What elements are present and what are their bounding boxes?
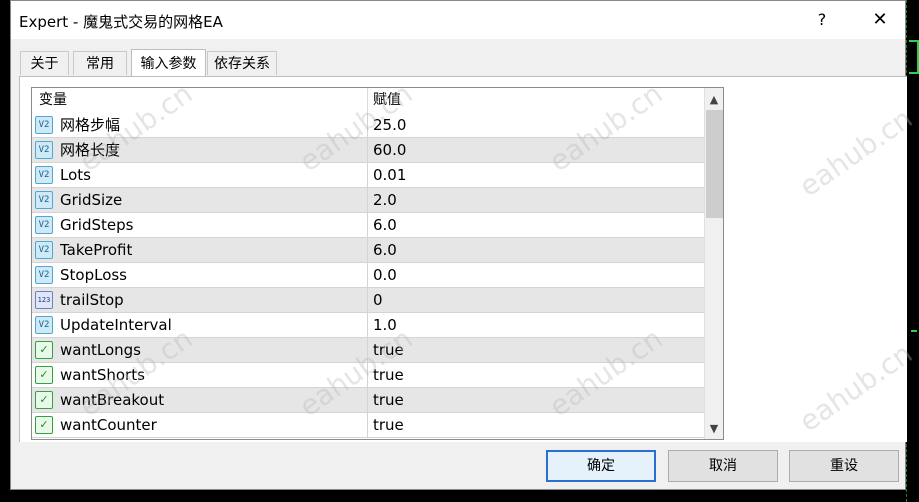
column-divider xyxy=(367,88,368,113)
variable-name: UpdateInterval xyxy=(60,316,172,334)
table-row[interactable]: V2 网格长度 60.0 xyxy=(32,138,704,163)
double-value-icon: V2 xyxy=(35,141,53,159)
table-row[interactable]: ✓ wantLongs true xyxy=(32,338,704,363)
table-row[interactable]: V2 Lots 0.01 xyxy=(32,163,704,188)
variable-name: wantCounter xyxy=(60,416,157,434)
column-divider xyxy=(367,163,368,187)
boolean-value-icon: ✓ xyxy=(35,391,53,409)
column-divider xyxy=(367,238,368,262)
boolean-value-icon: ✓ xyxy=(35,341,53,359)
column-divider xyxy=(367,113,368,137)
variable-name: GridSteps xyxy=(60,216,134,234)
variable-name: wantBreakout xyxy=(60,391,165,409)
table-row[interactable]: V2 网格步幅 25.0 xyxy=(32,113,704,138)
variable-name: Lots xyxy=(60,166,91,184)
scroll-down-arrow-icon[interactable]: ▼ xyxy=(705,419,723,439)
double-value-icon: V2 xyxy=(35,216,53,234)
tab-about[interactable]: 关于 xyxy=(20,51,69,75)
table-row[interactable]: ✓ wantShorts true xyxy=(32,363,704,388)
table-row[interactable]: V2 UpdateInterval 1.0 xyxy=(32,313,704,338)
table-row[interactable]: ✓ wantBreakout true xyxy=(32,388,704,413)
variable-name: GridSize xyxy=(60,191,123,209)
variable-value[interactable]: 1.0 xyxy=(373,313,397,337)
boolean-value-icon: ✓ xyxy=(35,366,53,384)
double-value-icon: V2 xyxy=(35,266,53,284)
variable-name: TakeProfit xyxy=(60,241,133,259)
variable-value[interactable]: 60.0 xyxy=(373,138,406,162)
variable-value[interactable]: true xyxy=(373,363,404,387)
column-header-variable[interactable]: 变量 xyxy=(39,88,67,113)
cancel-button[interactable]: 取消 xyxy=(668,450,778,482)
variable-value[interactable]: 6.0 xyxy=(373,213,397,237)
variable-name: wantShorts xyxy=(60,366,145,384)
double-value-icon: V2 xyxy=(35,241,53,259)
scrollbar-thumb[interactable] xyxy=(706,110,723,218)
chart-line xyxy=(909,40,919,74)
variable-name: 网格长度 xyxy=(60,141,121,159)
title-bar: Expert - 魔鬼式交易的网格EA ? ✕ xyxy=(11,1,905,39)
chart-background-left xyxy=(0,0,10,502)
double-value-icon: V2 xyxy=(35,116,53,134)
integer-value-icon: 123 xyxy=(35,291,53,309)
table-row[interactable]: V2 GridSize 2.0 xyxy=(32,188,704,213)
chart-background-right xyxy=(906,0,919,502)
variable-value[interactable]: true xyxy=(373,413,404,437)
table-row[interactable]: 123 trailStop 0 xyxy=(32,288,704,313)
variable-name: wantLongs xyxy=(60,341,141,359)
help-button[interactable]: ? xyxy=(807,7,837,33)
column-divider xyxy=(367,413,368,437)
variable-name: 网格步幅 xyxy=(60,116,121,134)
column-divider xyxy=(367,138,368,162)
variable-value[interactable]: true xyxy=(373,388,404,412)
variable-value[interactable]: 6.0 xyxy=(373,238,397,262)
vertical-scrollbar[interactable]: ▲ ▼ xyxy=(704,88,723,439)
tab-inputs[interactable]: 输入参数 xyxy=(131,49,206,77)
variable-value[interactable]: 2.0 xyxy=(373,188,397,212)
table-header: 变量 赋值 xyxy=(32,88,704,114)
column-divider xyxy=(367,288,368,312)
double-value-icon: V2 xyxy=(35,191,53,209)
column-divider xyxy=(367,338,368,362)
tab-common[interactable]: 常用 xyxy=(73,51,127,75)
double-value-icon: V2 xyxy=(35,166,53,184)
boolean-value-icon: ✓ xyxy=(35,416,53,434)
window-title: Expert - 魔鬼式交易的网格EA xyxy=(19,13,223,31)
column-divider xyxy=(367,388,368,412)
table-row[interactable]: V2 GridSteps 6.0 xyxy=(32,213,704,238)
scroll-up-arrow-icon[interactable]: ▲ xyxy=(705,90,723,110)
tab-dependencies[interactable]: 依存关系 xyxy=(207,51,277,75)
table-row[interactable]: V2 TakeProfit 6.0 xyxy=(32,238,704,263)
column-divider xyxy=(367,213,368,237)
column-divider xyxy=(367,188,368,212)
variable-name: trailStop xyxy=(60,291,124,309)
close-button[interactable]: ✕ xyxy=(865,7,895,33)
column-header-value[interactable]: 赋值 xyxy=(373,88,401,113)
reset-button[interactable]: 重设 xyxy=(789,450,899,482)
variable-value[interactable]: true xyxy=(373,338,404,362)
variable-value[interactable]: 25.0 xyxy=(373,113,406,137)
double-value-icon: V2 xyxy=(35,316,53,334)
chart-line xyxy=(911,330,917,372)
table-row[interactable]: V2 StopLoss 0.0 xyxy=(32,263,704,288)
ok-button[interactable]: 确定 xyxy=(546,450,656,482)
column-divider xyxy=(367,363,368,387)
column-divider xyxy=(367,313,368,337)
expert-dialog: Expert - 魔鬼式交易的网格EA ? ✕ 关于 常用 输入参数 依存关系 … xyxy=(10,0,918,490)
column-divider xyxy=(367,263,368,287)
variable-name: StopLoss xyxy=(60,266,128,284)
variable-value[interactable]: 0.0 xyxy=(373,263,397,287)
parameters-table: 变量 赋值 V2 网格步幅 25.0 V2 网格长度 60.0 V2 Lots 0.01 V2 Gr… xyxy=(31,87,724,440)
variable-value[interactable]: 0.01 xyxy=(373,163,406,187)
table-body: V2 网格步幅 25.0 V2 网格长度 60.0 V2 Lots 0.01 V2 GridSize… xyxy=(32,113,704,438)
table-row[interactable]: ✓ wantCounter true xyxy=(32,413,704,438)
variable-value[interactable]: 0 xyxy=(373,288,383,312)
